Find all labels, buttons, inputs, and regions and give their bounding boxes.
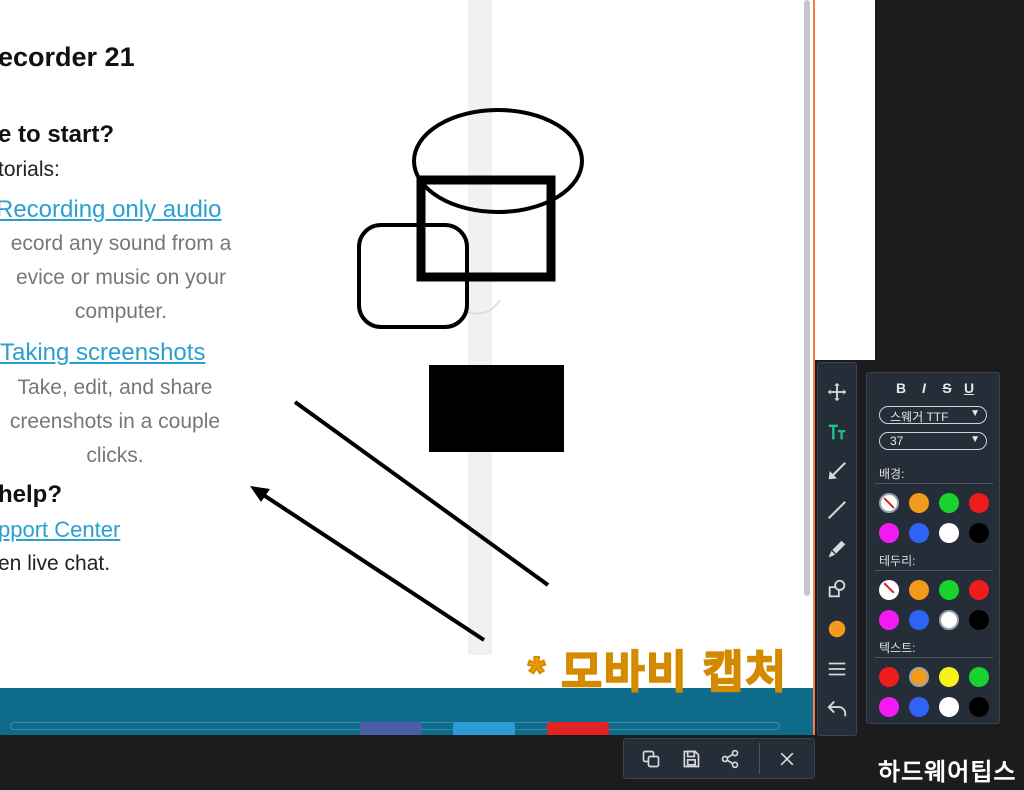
shapes-icon — [828, 579, 846, 598]
chevron-down-icon: ▼ — [970, 434, 980, 445]
footer-button[interactable] — [453, 722, 515, 735]
page-title: ecorder 21 — [0, 42, 135, 72]
undo-tool[interactable] — [818, 689, 856, 727]
border-color-swatch[interactable] — [939, 580, 959, 600]
footer-button[interactable] — [547, 722, 609, 735]
bold-button[interactable]: B — [891, 380, 911, 398]
save-button[interactable] — [672, 739, 710, 778]
border-no-color-swatch[interactable] — [879, 580, 899, 600]
captured-window: ecorder 21 e to start? torials: Recordin… — [0, 0, 815, 735]
desc-line: computer. — [74, 300, 168, 323]
divider — [875, 570, 993, 571]
text-tool[interactable] — [818, 413, 856, 451]
chevron-down-icon: ▼ — [970, 408, 980, 419]
font-size-select[interactable]: 37 ▼ — [879, 432, 987, 450]
tutorial-desc-audio: ecord any sound from a evice or music on… — [0, 227, 252, 329]
divider — [875, 657, 993, 658]
arrow-icon — [828, 462, 846, 480]
background-no-color-swatch[interactable] — [879, 493, 899, 513]
page-right-panel — [492, 0, 802, 655]
undo-icon — [827, 700, 847, 717]
line-icon — [828, 501, 846, 519]
background-color-swatch[interactable] — [909, 493, 929, 513]
divider — [875, 483, 993, 484]
shapes-tool[interactable] — [818, 570, 856, 608]
background-color-swatch[interactable] — [939, 493, 959, 513]
font-family-select[interactable]: 스웨거 TTF ▼ — [879, 406, 987, 424]
background-color-swatch[interactable] — [909, 523, 929, 543]
watermark-text: * 모바비 캡처 — [527, 647, 788, 698]
annotation-toolbar — [817, 362, 857, 736]
background-color-swatch[interactable] — [969, 493, 989, 513]
line-tool[interactable] — [818, 491, 856, 529]
background-color-swatch[interactable] — [969, 523, 989, 543]
italic-button[interactable]: I — [914, 380, 934, 398]
desc-line: creenshots in a couple — [9, 410, 221, 433]
marker-icon — [828, 540, 846, 558]
background-label: 배경: — [879, 467, 905, 481]
color-tool[interactable] — [818, 610, 856, 648]
text-color-label: 텍스트: — [879, 641, 916, 655]
border-label: 테두리: — [879, 554, 916, 568]
text-color-swatch[interactable] — [969, 667, 989, 687]
background-color-swatch[interactable] — [879, 523, 899, 543]
underline-button[interactable]: U — [959, 380, 979, 398]
save-icon — [683, 750, 700, 767]
text-color-swatch[interactable] — [909, 667, 929, 687]
text-color-swatch[interactable] — [879, 667, 899, 687]
copy-button[interactable] — [632, 739, 670, 778]
tutorials-label: torials: — [0, 158, 60, 181]
strikethrough-button[interactable]: S — [937, 380, 957, 398]
border-color-swatch[interactable] — [969, 610, 989, 630]
border-color-swatch[interactable] — [969, 580, 989, 600]
text-color-swatch[interactable] — [939, 667, 959, 687]
close-button[interactable] — [768, 739, 806, 778]
share-button[interactable] — [711, 739, 749, 778]
start-heading: e to start? — [0, 121, 115, 148]
desc-line: ecord any sound from a — [10, 232, 232, 255]
border-color-swatch[interactable] — [879, 610, 899, 630]
border-color-swatch[interactable] — [909, 610, 929, 630]
text-color-swatch[interactable] — [969, 697, 989, 717]
background-color-swatch[interactable] — [939, 523, 959, 543]
share-icon — [721, 749, 739, 768]
text-icon — [828, 424, 846, 440]
brand-watermark: 하드웨어팁스 — [878, 759, 1017, 786]
text-properties-panel: B I S U 스웨거 TTF ▼ 37 ▼ 배경: 테두리: 텍스트: — [866, 372, 1000, 724]
text-color-swatch[interactable] — [879, 697, 899, 717]
copy-icon — [642, 750, 660, 767]
font-family-value: 스웨거 TTF — [890, 410, 949, 424]
move-icon — [827, 382, 847, 402]
font-size-value: 37 — [890, 434, 904, 448]
page-gutter — [468, 0, 492, 655]
tutorial-link-audio[interactable]: Recording only audio — [0, 196, 221, 224]
arrow-tool[interactable] — [818, 452, 856, 490]
help-heading: help? — [0, 481, 62, 508]
desc-line: clicks. — [86, 444, 144, 467]
tutorial-desc-screenshots: Take, edit, and share creenshots in a co… — [0, 371, 242, 473]
no-color-icon — [883, 497, 895, 509]
live-chat-text: en live chat. — [0, 552, 111, 575]
text-color-swatch[interactable] — [939, 697, 959, 717]
line-weight-tool[interactable] — [818, 650, 856, 688]
desc-line: evice or music on your — [15, 266, 227, 289]
desktop-sliver — [815, 0, 875, 360]
no-color-icon — [883, 582, 895, 594]
desc-line: Take, edit, and share — [17, 376, 213, 399]
marker-tool[interactable] — [818, 530, 856, 568]
filled-rectangle-annotation[interactable] — [429, 365, 564, 452]
text-color-swatch[interactable] — [909, 697, 929, 717]
divider — [759, 743, 760, 774]
border-color-swatch[interactable] — [909, 580, 929, 600]
color-circle-icon — [828, 620, 846, 638]
close-icon — [780, 752, 794, 765]
line-weight-icon — [828, 662, 846, 676]
border-color-swatch[interactable] — [939, 610, 959, 630]
support-center-link[interactable]: pport Center — [0, 517, 120, 543]
scrollbar-thumb[interactable] — [804, 0, 810, 596]
tutorial-link-screenshots[interactable]: Taking screenshots — [0, 339, 205, 367]
footer-button[interactable] — [360, 722, 422, 735]
move-tool[interactable] — [818, 373, 856, 411]
capture-action-bar — [623, 738, 815, 779]
